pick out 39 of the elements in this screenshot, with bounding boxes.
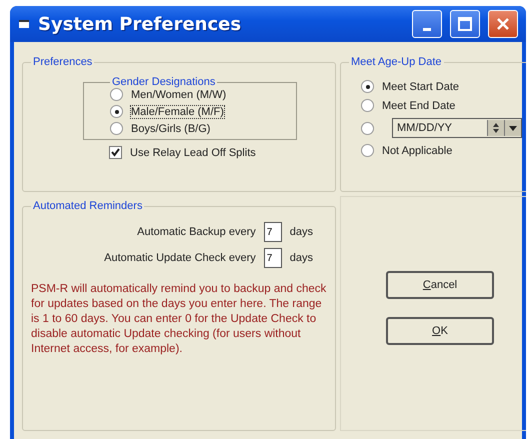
group-title: Preferences [32,56,94,68]
field-label: Automatic Backup every [137,226,256,238]
radio-button[interactable] [110,105,123,118]
window-title: System Preferences [38,14,242,34]
group-title: Meet Age-Up Date [350,56,442,68]
date-field[interactable]: MM/DD/YY [392,118,522,138]
radio-button[interactable] [361,144,374,157]
radio-label: Meet End Date [382,100,456,112]
maximize-button[interactable] [450,10,480,38]
days-input-field[interactable]: 7 [264,222,282,242]
radio-label: Male/Female (M/F) [131,106,224,118]
cancel-button[interactable]: Cancel [386,271,494,299]
radio-button[interactable] [361,122,374,134]
window-icon [18,19,30,29]
ok-button[interactable]: OK [386,317,494,345]
maximize-icon [458,17,472,31]
reminder-note: PSM-R will automatically remind you to backup and check for updates based on the days you enter here. The range is 1 to 60 days. You can enter 0 for the Update Check to disable automatic Update checking (for users without Internet access, for example). [31,282,327,357]
unit-label: days [290,226,313,238]
group-title: Gender Designations [111,76,216,88]
close-icon [496,17,510,31]
group-title: Automated Reminders [32,200,144,212]
field-label: Automatic Update Check every [104,252,256,264]
radio-label: Not Applicable [382,144,452,156]
radio-label: Boys/Girls (B/G) [131,122,210,134]
days-input-field[interactable]: 7 [264,248,282,268]
radio-button[interactable] [361,80,374,93]
radio-button[interactable] [110,88,123,101]
minimize-icon [423,28,431,31]
spinner-icon[interactable] [487,120,504,136]
dropdown-caret-icon[interactable] [504,120,521,136]
radio-label: Meet Start Date [382,80,460,92]
checkbox[interactable] [109,146,122,159]
radio-button[interactable] [110,122,123,135]
unit-label: days [290,252,313,264]
radio-label: Men/Women (M/W) [131,88,226,100]
radio-button[interactable] [361,99,374,112]
close-button[interactable] [488,10,518,38]
minimize-button[interactable] [412,10,442,38]
checkbox-label: Use Relay Lead Off Splits [130,146,256,158]
